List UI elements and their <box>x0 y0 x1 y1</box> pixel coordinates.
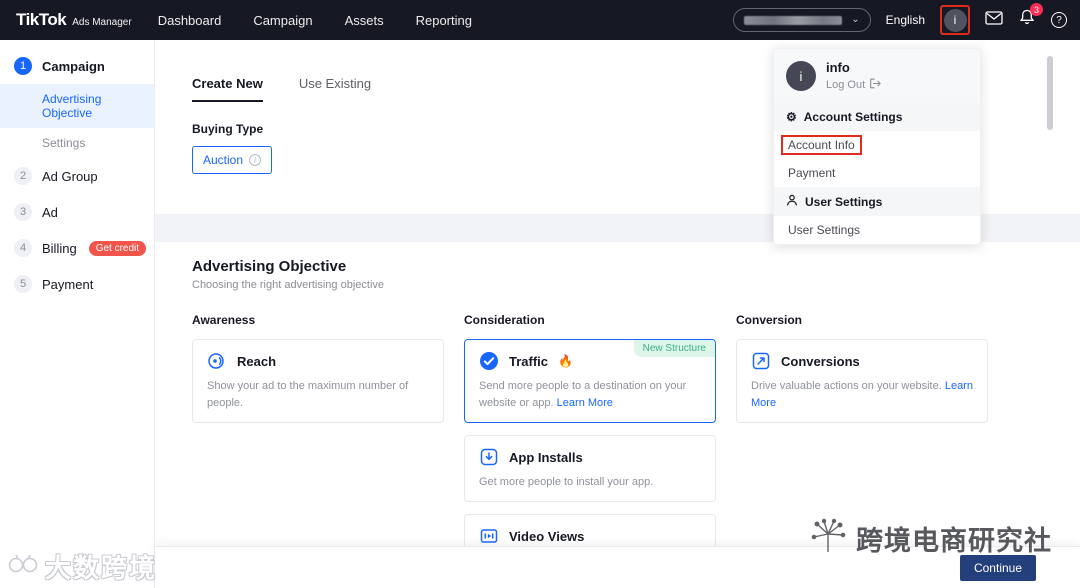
help-button[interactable]: ? <box>1051 12 1067 28</box>
mail-icon <box>985 10 1003 30</box>
step-5-badge: 5 <box>14 275 32 293</box>
sidebar-item-settings[interactable]: Settings <box>0 128 154 158</box>
chevron-down-icon: ⌄ <box>851 14 860 25</box>
conversions-description-text: Drive valuable actions on your website. <box>751 380 942 392</box>
logout-icon <box>869 78 881 92</box>
conversions-description: Drive valuable actions on your website. … <box>751 378 973 412</box>
vertical-scrollbar[interactable] <box>1047 56 1053 130</box>
reach-description: Show your ad to the maximum number of pe… <box>207 380 409 410</box>
account-settings-section-header: ⚙ Account Settings <box>774 103 980 131</box>
user-settings-header-label: User Settings <box>805 194 883 209</box>
objective-card-traffic[interactable]: New Structure Traffic 🔥 Send more people… <box>464 339 716 424</box>
continue-button[interactable]: Continue <box>960 554 1036 581</box>
auction-label: Auction <box>202 153 244 167</box>
logout-label: Log Out <box>826 79 866 91</box>
account-avatar[interactable]: i <box>943 8 967 32</box>
sidebar-step-ad[interactable]: 3 Ad <box>0 194 154 230</box>
new-structure-badge: New Structure <box>633 340 715 357</box>
app-install-icon <box>479 447 499 467</box>
nav-reporting[interactable]: Reporting <box>416 13 472 28</box>
dropdown-avatar: i <box>786 61 816 91</box>
account-info-label-annotated: Account Info <box>781 135 862 155</box>
objective-card-conversions[interactable]: Conversions Drive valuable actions on yo… <box>736 339 988 424</box>
top-navigation: Dashboard Campaign Assets Reporting <box>158 13 472 28</box>
step-4-badge: 4 <box>14 239 32 257</box>
notification-count-badge: 3 <box>1030 3 1043 16</box>
check-circle-icon <box>479 351 499 371</box>
consideration-column: Consideration New Structure Traffic 🔥 Se… <box>464 313 716 546</box>
step-1-label: Campaign <box>42 58 105 74</box>
conversion-header: Conversion <box>736 313 803 327</box>
tiktok-logo-text: TikTok <box>16 10 67 29</box>
objective-columns: Awareness Reach Show your ad to the maxi… <box>192 313 1080 546</box>
menu-item-user-settings[interactable]: User Settings <box>774 216 980 244</box>
messages-button[interactable] <box>985 10 1003 30</box>
section-title: Advertising Objective <box>192 258 347 275</box>
consideration-header: Consideration <box>464 313 545 327</box>
question-mark-icon: ? <box>1056 14 1062 26</box>
info-icon: i <box>249 154 262 166</box>
bottom-action-bar: Continue <box>155 546 1080 588</box>
traffic-description: Send more people to a destination on you… <box>479 378 701 412</box>
sidebar-step-billing[interactable]: 4 Billing Get credit <box>0 230 154 266</box>
person-icon <box>786 194 798 209</box>
step-1-badge: 1 <box>14 57 32 75</box>
nav-campaign[interactable]: Campaign <box>253 13 312 28</box>
account-dropdown-menu: i info Log Out ⚙ Account Settings Accoun… <box>773 48 981 245</box>
tiktok-ads-manager-logo[interactable]: TikTok Ads Manager <box>16 10 132 30</box>
nav-assets[interactable]: Assets <box>345 13 384 28</box>
awareness-header: Awareness <box>192 313 256 327</box>
step-3-label: Ad <box>42 204 58 220</box>
account-name-pill[interactable]: ⌄ <box>732 8 871 32</box>
nav-dashboard[interactable]: Dashboard <box>158 13 222 28</box>
step-5-label: Payment <box>42 276 94 292</box>
conversions-icon <box>751 351 771 371</box>
objective-card-video-views[interactable]: Video Views Get more people to view your… <box>464 514 716 546</box>
awareness-column: Awareness Reach Show your ad to the maxi… <box>192 313 444 546</box>
ads-manager-label: Ads Manager <box>72 17 132 28</box>
sidebar-step-ad-group[interactable]: 2 Ad Group <box>0 158 154 194</box>
redacted-account-name <box>743 15 842 25</box>
conversion-column: Conversion Conversions Drive valuable ac… <box>736 313 988 546</box>
user-settings-section-header: User Settings <box>774 187 980 216</box>
section-subtitle: Choosing the right advertising objective <box>192 279 385 291</box>
account-name: info <box>826 60 850 75</box>
tab-use-existing[interactable]: Use Existing <box>299 76 371 102</box>
buying-type-auction-chip[interactable]: Auction i <box>192 146 272 174</box>
dropdown-user-block: i info Log Out <box>774 49 980 103</box>
advertising-objective-panel: Advertising Objective Choosing the right… <box>155 242 1080 546</box>
topbar-right-cluster: ⌄ English i 3 ? <box>732 3 1080 35</box>
step-2-label: Ad Group <box>42 168 98 184</box>
topbar: TikTok Ads Manager Dashboard Campaign As… <box>0 0 1080 40</box>
notifications-button[interactable]: 3 <box>1018 3 1043 31</box>
objective-card-reach[interactable]: Reach Show your ad to the maximum number… <box>192 339 444 424</box>
logout-button[interactable]: Log Out <box>826 78 881 92</box>
get-credit-badge[interactable]: Get credit <box>88 240 147 256</box>
reach-icon <box>207 351 227 371</box>
language-selector[interactable]: English <box>886 13 925 27</box>
account-avatar-annotated: i <box>940 5 970 35</box>
video-views-icon <box>479 526 499 546</box>
account-settings-header-label: Account Settings <box>803 110 903 124</box>
app-installs-title: App Installs <box>509 449 583 465</box>
campaign-steps-sidebar: 1 Campaign Advertising Objective Setting… <box>0 40 155 588</box>
traffic-learn-more-link[interactable]: Learn More <box>557 397 613 409</box>
video-views-title: Video Views <box>509 528 585 544</box>
sidebar-item-advertising-objective[interactable]: Advertising Objective <box>0 84 154 128</box>
reach-title: Reach <box>237 353 277 369</box>
menu-item-payment[interactable]: Payment <box>774 159 980 187</box>
traffic-title: Traffic <box>509 353 549 369</box>
sidebar-step-campaign[interactable]: 1 Campaign <box>0 48 154 84</box>
app-installs-description: Get more people to install your app. <box>479 476 654 489</box>
step-3-badge: 3 <box>14 203 32 221</box>
menu-item-account-info[interactable]: Account Info <box>774 131 980 159</box>
step-4-label: Billing <box>42 240 77 256</box>
sidebar-step-payment[interactable]: 5 Payment <box>0 266 154 302</box>
gear-icon: ⚙ <box>786 110 797 124</box>
fire-emoji-icon: 🔥 <box>558 354 573 368</box>
step-2-badge: 2 <box>14 167 32 185</box>
objective-card-app-installs[interactable]: App Installs Get more people to install … <box>464 435 716 503</box>
conversions-title: Conversions <box>781 353 860 369</box>
tab-create-new[interactable]: Create New <box>192 76 263 102</box>
